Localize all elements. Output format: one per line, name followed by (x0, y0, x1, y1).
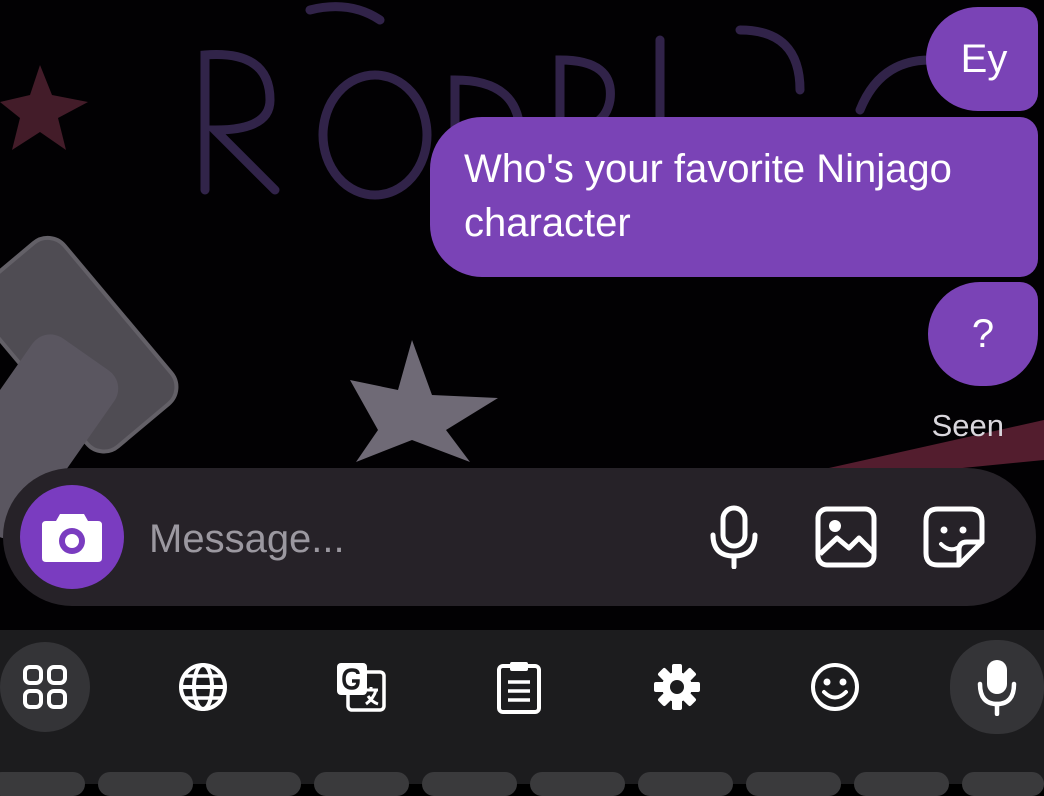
message-bubble[interactable]: ? (928, 282, 1038, 386)
settings-button[interactable] (632, 642, 722, 732)
voice-message-button[interactable] (701, 504, 767, 570)
keyboard-key[interactable] (962, 772, 1044, 796)
message-bubble[interactable]: Ey (926, 7, 1038, 111)
keyboard-key[interactable] (854, 772, 949, 796)
message-bubble[interactable]: Who's your favorite Ninjago character (430, 117, 1038, 277)
keyboard-key[interactable] (530, 772, 625, 796)
message-composer (3, 468, 1036, 606)
language-button[interactable] (158, 642, 248, 732)
clipboard-button[interactable] (474, 642, 564, 732)
apps-grid-icon (23, 665, 67, 709)
clipboard-icon (497, 662, 541, 714)
gallery-button[interactable] (813, 504, 879, 570)
keyboard-key[interactable] (98, 772, 193, 796)
keyboard-key[interactable] (314, 772, 409, 796)
message-text: ? (971, 312, 995, 356)
message-text: Who's your favorite Ninjago character (464, 147, 952, 245)
globe-icon (179, 663, 227, 711)
emoji-icon (811, 663, 859, 711)
microphone-icon (710, 505, 758, 569)
keyboard-toolbar (0, 630, 1044, 784)
keyboard-key[interactable] (206, 772, 301, 796)
emoji-button[interactable] (790, 642, 880, 732)
sticker-button[interactable] (921, 504, 987, 570)
translate-button[interactable] (316, 642, 406, 732)
keyboard-keys-row (0, 772, 1044, 796)
microphone-icon (977, 660, 1017, 716)
camera-icon (42, 514, 102, 562)
keyboard-key[interactable] (0, 772, 85, 796)
keyboard-key[interactable] (422, 772, 517, 796)
keyboard-key[interactable] (638, 772, 733, 796)
message-text: Ey (960, 37, 1008, 81)
message-input[interactable] (147, 508, 651, 570)
gear-icon (654, 664, 700, 710)
apps-grid-button[interactable] (0, 642, 90, 732)
camera-button[interactable] (20, 485, 124, 589)
sticker-icon (923, 506, 985, 568)
voice-typing-button[interactable] (950, 640, 1044, 734)
translate-icon (337, 663, 386, 712)
keyboard-key[interactable] (746, 772, 841, 796)
seen-status: Seen (931, 408, 1004, 443)
image-icon (815, 506, 877, 568)
